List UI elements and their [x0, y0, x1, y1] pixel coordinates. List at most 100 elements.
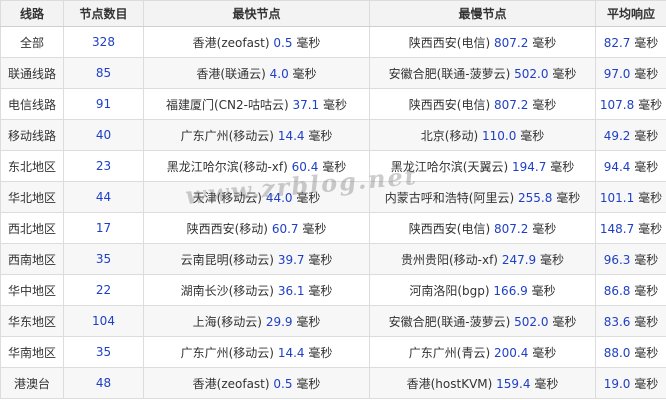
- fastest-cell: 香港(联通云) 4.0 毫秒: [143, 57, 370, 89]
- slowest-cell: 陕西西安(电信) 807.2 毫秒: [369, 26, 596, 58]
- table-row: 华南地区 35 广东广州(移动云) 14.4 毫秒 广东广州(青云) 200.4…: [0, 336, 666, 368]
- average-value: 86.8: [603, 283, 631, 298]
- fastest-cell: 香港(zeofast) 0.5 毫秒: [143, 367, 370, 399]
- unit-label: 毫秒: [634, 66, 659, 81]
- unit-label: 毫秒: [308, 283, 333, 298]
- route-cell: 联通线路: [0, 57, 64, 89]
- slowest-value: 247.9: [501, 252, 537, 267]
- header-node-count[interactable]: 节点数目: [63, 0, 144, 27]
- slowest-location: 安徽合肥(联通-菠萝云): [388, 66, 511, 81]
- fastest-cell: 黑龙江哈尔滨(移动-xf) 60.4 毫秒: [143, 150, 370, 182]
- route-cell: 华北地区: [0, 181, 64, 213]
- route-cell: 西北地区: [0, 212, 64, 244]
- average-value: 82.7: [603, 35, 631, 50]
- unit-label: 毫秒: [296, 35, 321, 50]
- average-cell: 83.6 毫秒: [595, 305, 666, 337]
- slowest-location: 黑龙江哈尔滨(天翼云): [390, 159, 509, 174]
- average-value: 97.0: [603, 66, 631, 81]
- unit-label: 毫秒: [634, 283, 659, 298]
- unit-label: 毫秒: [532, 221, 557, 236]
- average-value: 96.3: [603, 252, 631, 267]
- fastest-location: 福建厦门(CN2-咕咕云): [165, 97, 289, 112]
- unit-label: 毫秒: [638, 97, 663, 112]
- header-route[interactable]: 线路: [0, 0, 64, 27]
- header-row: 线路 节点数目 最快节点 最慢节点 平均响应: [0, 0, 666, 27]
- unit-label: 毫秒: [296, 190, 321, 205]
- slowest-location: 广东广州(青云): [408, 345, 491, 360]
- count-cell: 35: [63, 336, 144, 368]
- slowest-cell: 安徽合肥(联通-菠萝云) 502.0 毫秒: [369, 305, 596, 337]
- slowest-value: 807.2: [494, 35, 529, 50]
- fastest-location: 黑龙江哈尔滨(移动-xf): [166, 159, 288, 174]
- unit-label: 毫秒: [292, 66, 317, 81]
- slowest-cell: 广东广州(青云) 200.4 毫秒: [369, 336, 596, 368]
- unit-label: 毫秒: [540, 252, 565, 267]
- average-cell: 97.0 毫秒: [595, 57, 666, 89]
- average-value: 101.1: [599, 190, 635, 205]
- average-value: 19.0: [603, 376, 631, 391]
- slowest-location: 陕西西安(电信): [408, 221, 491, 236]
- speed-test-results-panel: 线路 节点数目 最快节点 最慢节点 平均响应 全部 328 香港(zeofast…: [0, 0, 666, 400]
- unit-label: 毫秒: [302, 221, 327, 236]
- count-cell: 40: [63, 119, 144, 151]
- unit-label: 毫秒: [634, 345, 659, 360]
- unit-label: 毫秒: [634, 128, 659, 143]
- average-cell: 86.8 毫秒: [595, 274, 666, 306]
- route-cell: 华中地区: [0, 274, 64, 306]
- slowest-cell: 香港(hostKVM) 159.4 毫秒: [369, 367, 596, 399]
- unit-label: 毫秒: [322, 159, 347, 174]
- average-value: 107.8: [599, 97, 635, 112]
- average-value: 83.6: [603, 314, 631, 329]
- slowest-value: 110.0: [482, 128, 517, 143]
- average-cell: 148.7 毫秒: [595, 212, 666, 244]
- slowest-cell: 陕西西安(电信) 807.2 毫秒: [369, 88, 596, 120]
- route-cell: 全部: [0, 26, 64, 58]
- unit-label: 毫秒: [520, 128, 545, 143]
- table-row: 华中地区 22 湖南长沙(移动云) 36.1 毫秒 河南洛阳(bgp) 166.…: [0, 274, 666, 306]
- unit-label: 毫秒: [634, 376, 659, 391]
- header-average-response[interactable]: 平均响应: [595, 0, 666, 27]
- unit-label: 毫秒: [308, 345, 333, 360]
- slowest-value: 502.0: [514, 66, 549, 81]
- fastest-cell: 湖南长沙(移动云) 36.1 毫秒: [143, 274, 370, 306]
- fastest-cell: 陕西西安(移动) 60.7 毫秒: [143, 212, 370, 244]
- count-cell: 22: [63, 274, 144, 306]
- fastest-cell: 香港(zeofast) 0.5 毫秒: [143, 26, 370, 58]
- slowest-value: 502.0: [514, 314, 549, 329]
- unit-label: 毫秒: [634, 35, 659, 50]
- slowest-value: 194.7: [512, 159, 547, 174]
- table-row: 华东地区 104 上海(移动云) 29.9 毫秒 安徽合肥(联通-菠萝云) 50…: [0, 305, 666, 337]
- slowest-value: 807.2: [494, 97, 529, 112]
- fastest-location: 湖南长沙(移动云): [180, 283, 274, 298]
- unit-label: 毫秒: [296, 314, 321, 329]
- unit-label: 毫秒: [634, 252, 659, 267]
- count-cell: 48: [63, 367, 144, 399]
- slowest-cell: 内蒙古呼和浩特(阿里云) 255.8 毫秒: [369, 181, 596, 213]
- fastest-value: 14.4: [277, 128, 305, 143]
- slowest-cell: 河南洛阳(bgp) 166.9 毫秒: [369, 274, 596, 306]
- table-row: 联通线路 85 香港(联通云) 4.0 毫秒 安徽合肥(联通-菠萝云) 502.…: [0, 57, 666, 89]
- unit-label: 毫秒: [556, 190, 581, 205]
- count-cell: 35: [63, 243, 144, 275]
- slowest-cell: 黑龙江哈尔滨(天翼云) 194.7 毫秒: [369, 150, 596, 182]
- header-slowest-node[interactable]: 最慢节点: [369, 0, 596, 27]
- slowest-location: 贵州贵阳(移动-xf): [400, 252, 498, 267]
- fastest-value: 4.0: [269, 66, 289, 81]
- average-cell: 101.1 毫秒: [595, 181, 666, 213]
- slowest-cell: 北京(移动) 110.0 毫秒: [369, 119, 596, 151]
- count-cell: 17: [63, 212, 144, 244]
- fastest-location: 上海(移动云): [192, 314, 262, 329]
- table-header: 线路 节点数目 最快节点 最慢节点 平均响应: [0, 0, 666, 27]
- slowest-value: 807.2: [494, 221, 529, 236]
- average-cell: 107.8 毫秒: [595, 88, 666, 120]
- count-cell: 328: [63, 26, 144, 58]
- unit-label: 毫秒: [552, 314, 577, 329]
- route-cell: 港澳台: [0, 367, 64, 399]
- header-fastest-node[interactable]: 最快节点: [143, 0, 370, 27]
- fastest-cell: 广东广州(移动云) 14.4 毫秒: [143, 336, 370, 368]
- fastest-cell: 天津(移动云) 44.0 毫秒: [143, 181, 370, 213]
- slowest-location: 陕西西安(电信): [408, 97, 491, 112]
- fastest-cell: 云南昆明(移动云) 39.7 毫秒: [143, 243, 370, 275]
- unit-label: 毫秒: [308, 252, 333, 267]
- slowest-cell: 安徽合肥(联通-菠萝云) 502.0 毫秒: [369, 57, 596, 89]
